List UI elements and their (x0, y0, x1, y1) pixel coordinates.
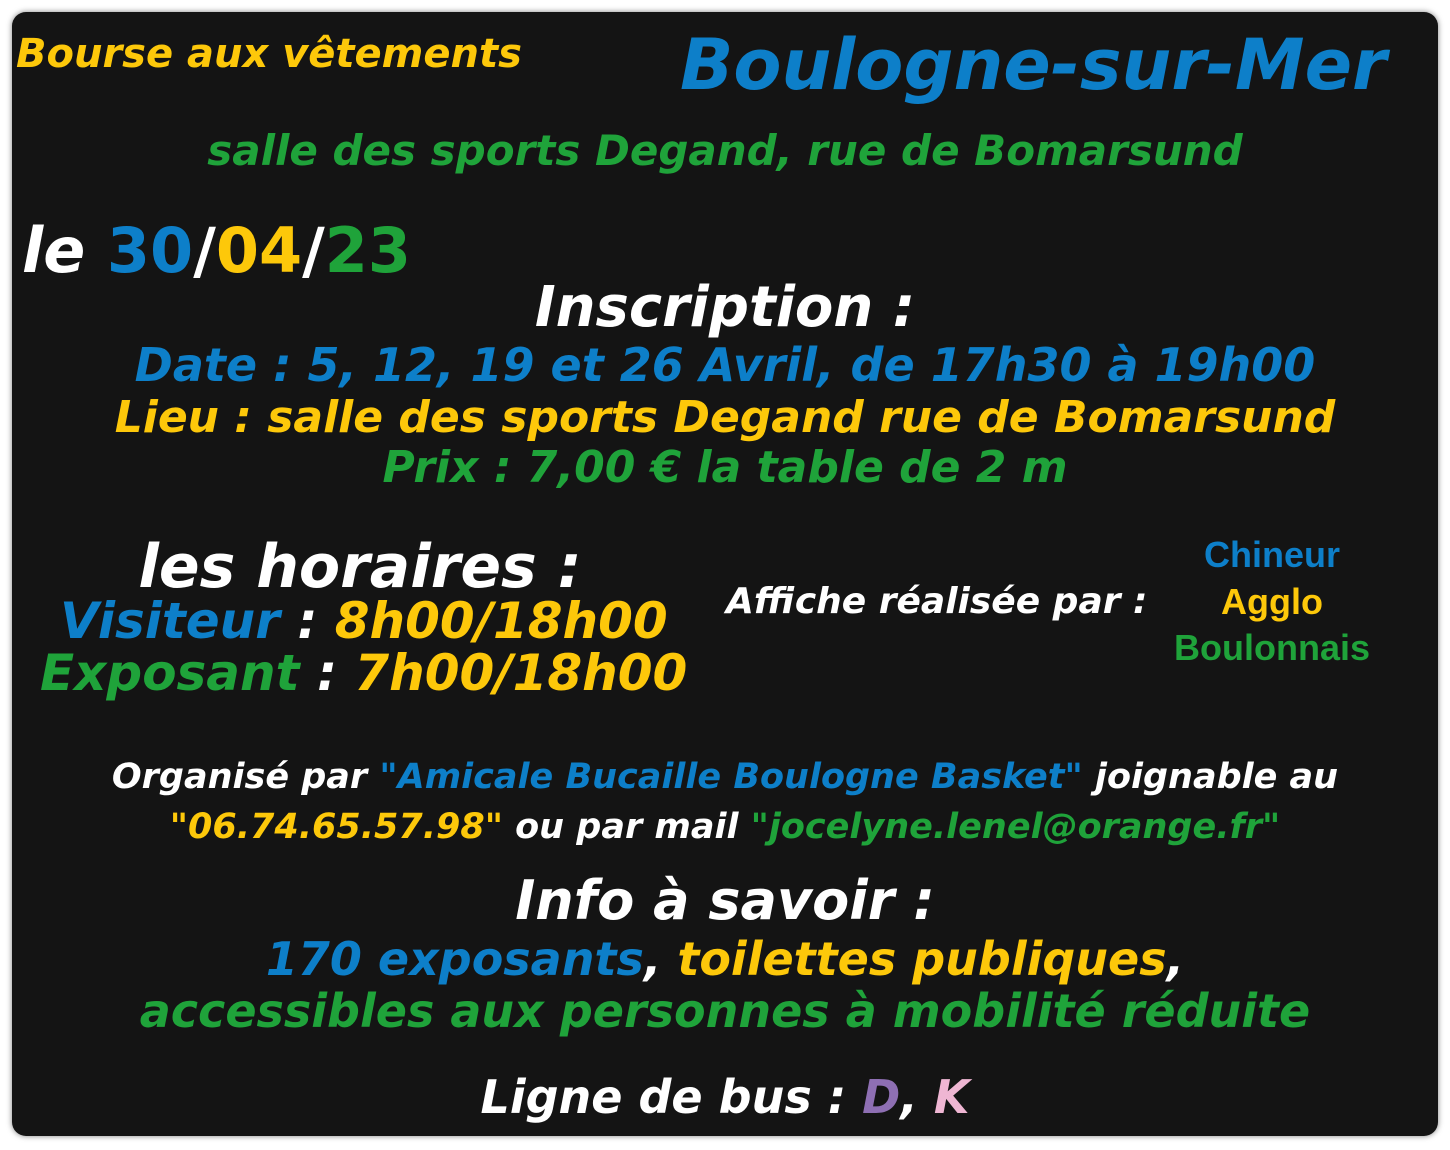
exhibitor-sep: : (299, 644, 355, 702)
date-sep: / (302, 214, 325, 287)
organizer-line2: "06.74.65.57.98" ou par mail "jocelyne.l… (12, 810, 1438, 845)
info-comma: , (1166, 932, 1185, 986)
inscription-place: Lieu : salle des sports Degand rue de Bo… (114, 392, 1336, 443)
date-sep: / (193, 214, 216, 287)
exhibitor-time: 7h00/18h00 (354, 644, 688, 702)
hours-title: les horaires : (138, 532, 582, 602)
event-type: Bourse aux vêtements (16, 31, 522, 77)
info-title: Info à savoir : (515, 869, 935, 932)
inscription-price: Prix : 7,00 € la table de 2 m (382, 442, 1068, 493)
visitor-sep: : (279, 592, 335, 650)
organizer-line1: Organisé par "Amicale Bucaille Boulogne … (12, 760, 1438, 795)
date-year: 23 (324, 214, 412, 287)
organizer-prefix: Organisé par (111, 757, 380, 797)
exhibitor-label: Exposant (40, 644, 300, 702)
info-exhibitors: 170 exposants (265, 932, 644, 986)
credits-line1: Chineur (1203, 534, 1340, 575)
organizer-mail-prefix: ou par mail (502, 807, 751, 847)
event-date: le 30/04/23 (22, 220, 411, 282)
info-line1: 170 exposants, toilettes publiques, (12, 936, 1438, 982)
exhibitor-hours: Exposant : 7h00/18h00 (40, 648, 687, 698)
visitor-time: 8h00/18h00 (334, 592, 668, 650)
bus-line-k: K (933, 1070, 970, 1124)
info-toilets: toilettes publiques (677, 932, 1167, 986)
organizer-phone: "06.74.65.57.98" (169, 807, 503, 847)
poster: Bourse aux vêtements Boulogne-sur-Mer sa… (12, 12, 1438, 1136)
bus-lines: Ligne de bus : D, K (12, 1074, 1438, 1120)
credits-line3: Boulonnais (1174, 627, 1370, 668)
organizer-email: "jocelyne.lenel@orange.fr" (750, 807, 1281, 847)
bus-label: Ligne de bus : (480, 1070, 863, 1124)
info-comma: , (643, 932, 678, 986)
credits-line2: Agglo (1221, 581, 1323, 622)
bus-comma: , (900, 1070, 934, 1124)
date-prefix: le (22, 214, 86, 287)
inscription-date: Date : 5, 12, 19 et 26 Avril, de 17h30 à… (134, 338, 1316, 392)
credits-label: Affiche réalisée par : (726, 581, 1148, 622)
visitor-label: Visiteur (60, 592, 280, 650)
venue: salle des sports Degand, rue de Bomarsun… (207, 126, 1243, 175)
organizer-name: "Amicale Bucaille Boulogne Basket" (379, 757, 1083, 797)
date-month: 04 (215, 214, 303, 287)
date-day: 30 (106, 214, 194, 287)
bus-line-d: D (862, 1070, 901, 1124)
info-accessibility: accessibles aux personnes à mobilité réd… (139, 984, 1311, 1038)
inscription-title: Inscription : (534, 275, 916, 340)
visitor-hours: Visiteur : 8h00/18h00 (60, 596, 668, 646)
city-title: Boulogne-sur-Mer (680, 24, 1387, 106)
organizer-mid: joignable au (1082, 757, 1339, 797)
